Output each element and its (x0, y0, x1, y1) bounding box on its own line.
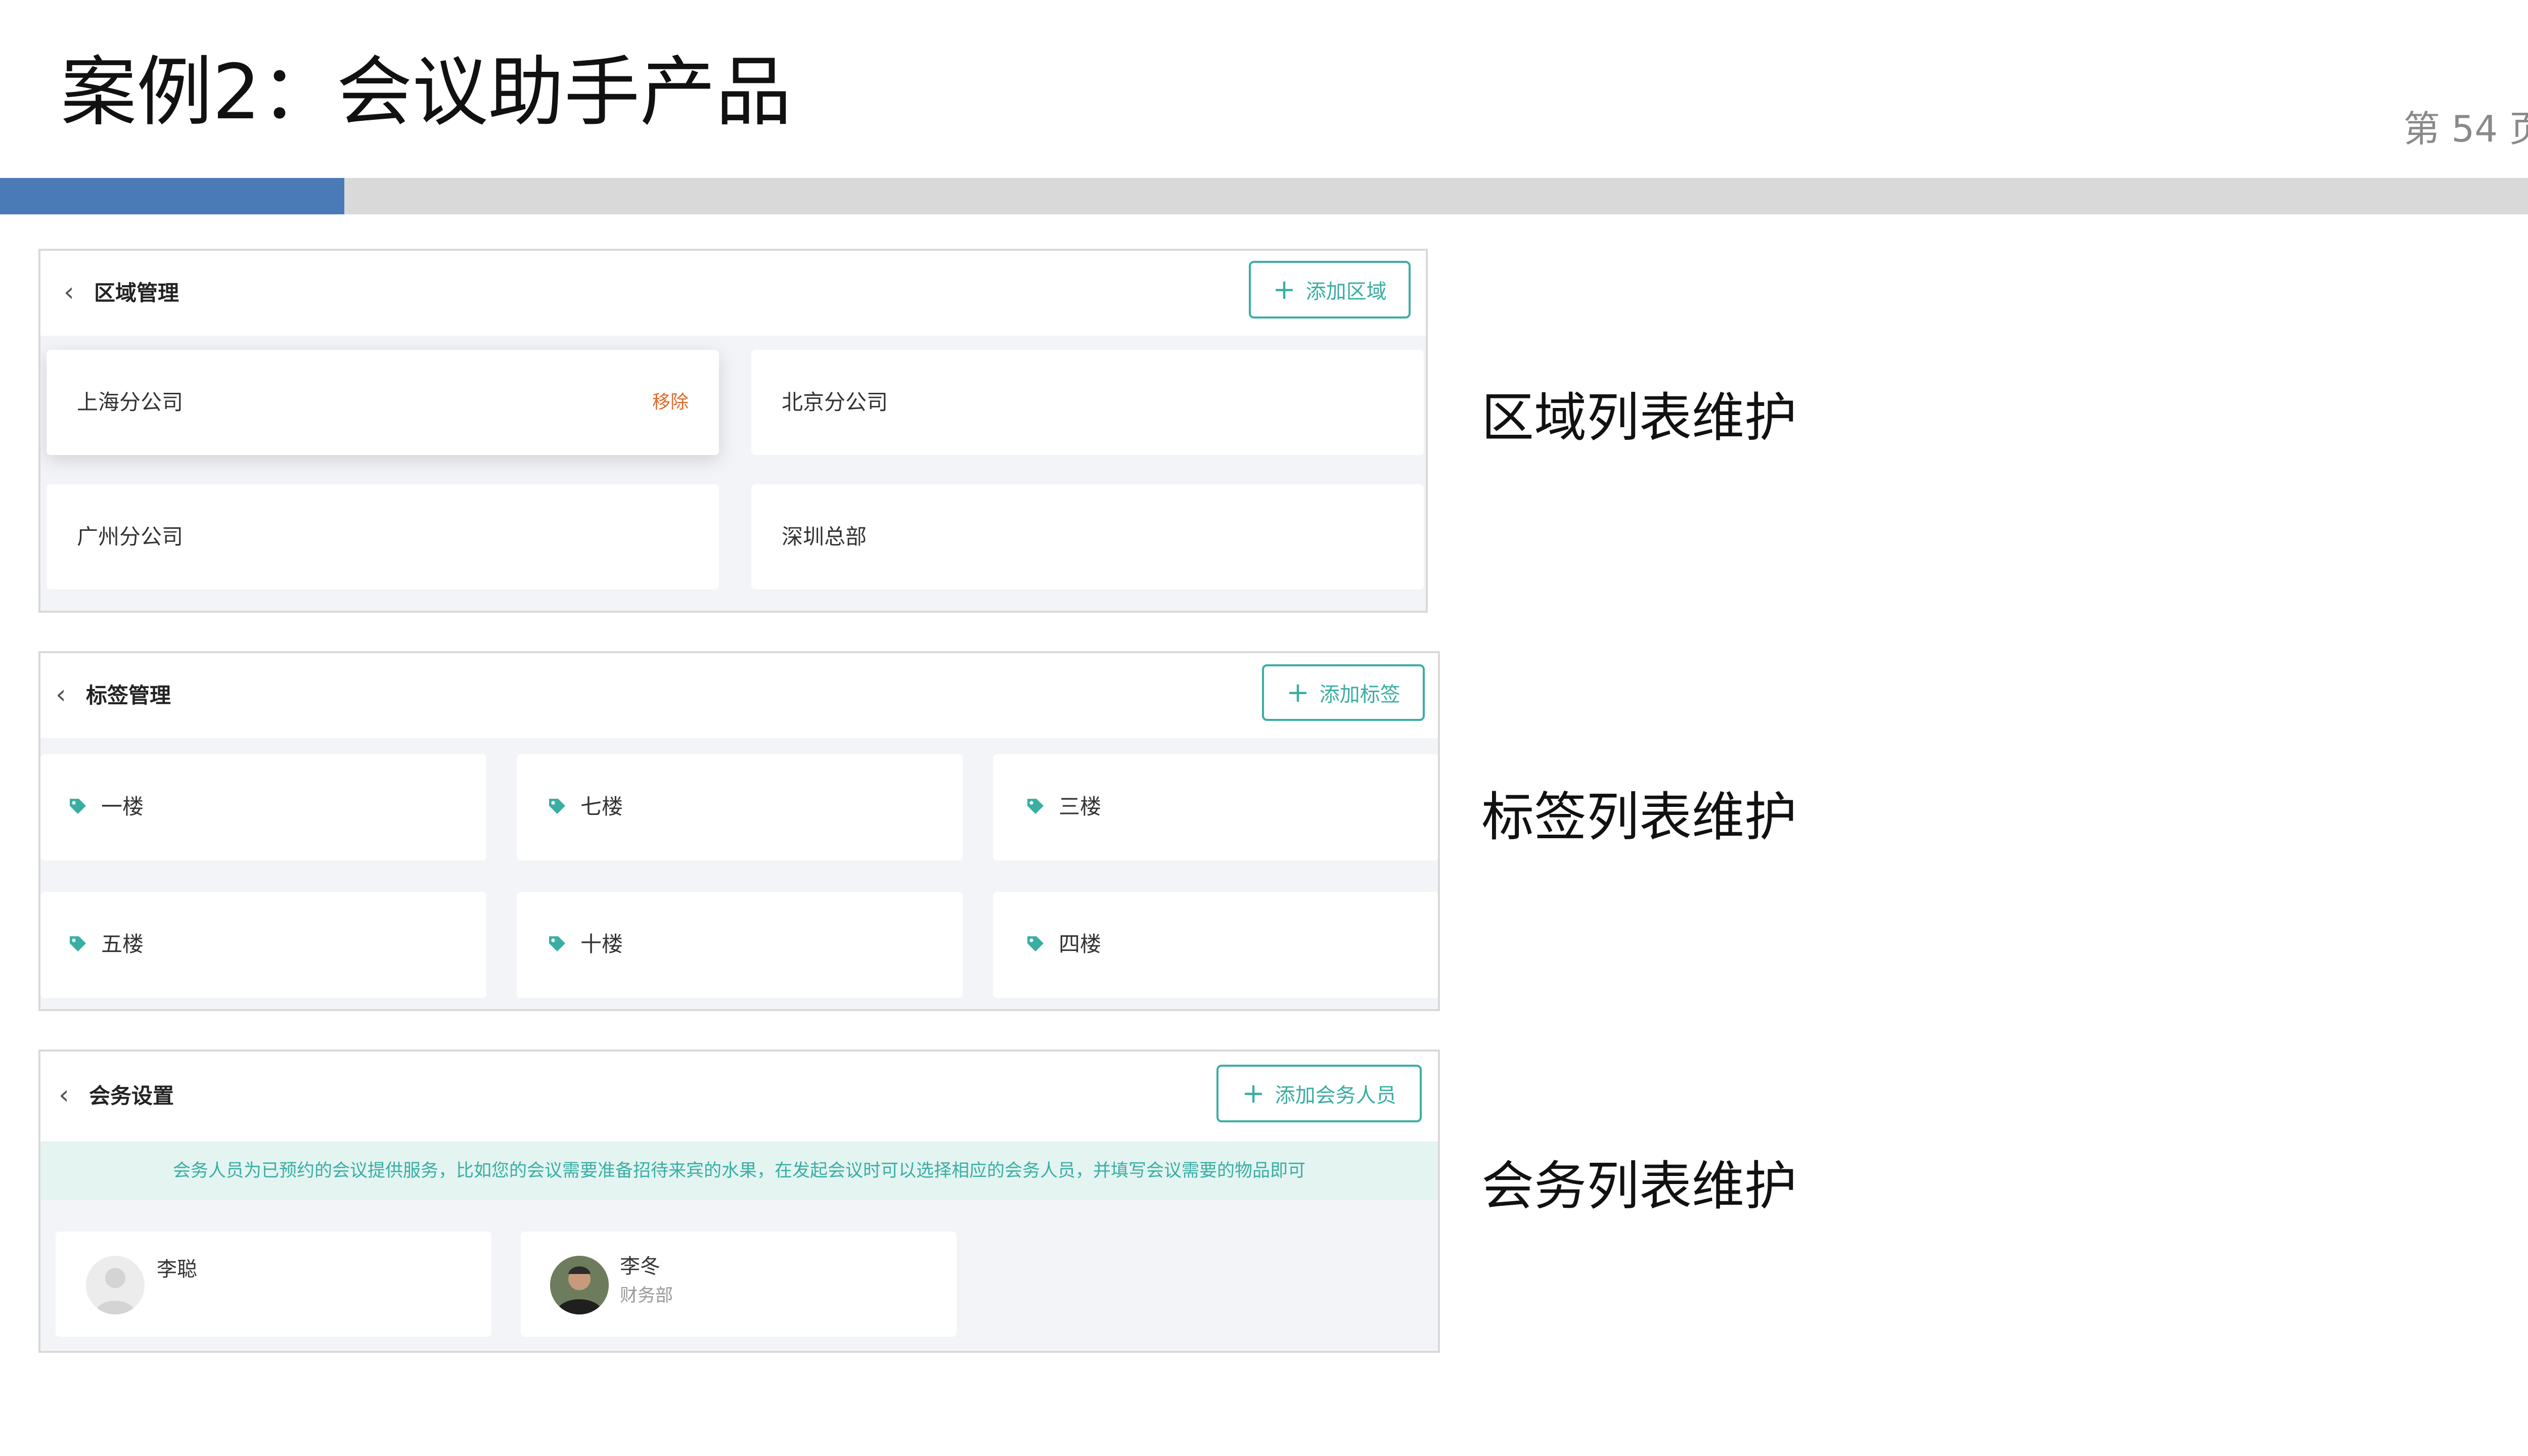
plus-icon: + (1273, 274, 1296, 305)
person-name: 李冬 (620, 1255, 660, 1278)
tag-icon (70, 936, 86, 951)
back-chevron-icon[interactable]: ‹ (59, 1080, 69, 1110)
back-chevron-icon[interactable]: ‹ (64, 277, 74, 307)
tag-icon (1027, 799, 1044, 814)
person-department: 财务部 (620, 1286, 673, 1306)
region-panel-title: 区域管理 (94, 281, 179, 305)
slide-title: 案例2：会议助手产品 (61, 49, 792, 136)
region-panel-header: ‹ 区域管理 + 添加区域 (40, 251, 1426, 336)
tag-icon (549, 936, 565, 951)
region-card-label: 深圳总部 (782, 524, 867, 549)
service-panel: ‹ 会务设置 + 添加会务人员 会务人员为已预约的会议提供服务，比如您的会议需要… (38, 1050, 1440, 1353)
tag-card-5f[interactable]: 五楼 (40, 892, 486, 998)
default-avatar-icon (86, 1256, 145, 1314)
service-notice: 会务人员为已预约的会议提供服务，比如您的会议需要准备招待来宾的水果，在发起会议时… (40, 1142, 1438, 1200)
region-card-shenzhen[interactable]: 深圳总部 (751, 484, 1424, 589)
page-number: 第 54 页 (2403, 108, 2528, 150)
add-region-button[interactable]: + 添加区域 (1249, 261, 1411, 318)
service-panel-header: ‹ 会务设置 + 添加会务人员 (40, 1052, 1438, 1142)
region-card-label: 广州分公司 (77, 524, 184, 549)
remove-region-link[interactable]: 移除 (652, 387, 689, 418)
progress-bar-fill (0, 178, 344, 214)
region-card-label: 上海分公司 (77, 390, 184, 415)
tag-label: 四楼 (1059, 932, 1102, 957)
region-card-label: 北京分公司 (782, 390, 888, 415)
person-photo-avatar (550, 1256, 609, 1314)
add-region-label: 添加区域 (1305, 280, 1387, 303)
tag-icon (549, 799, 565, 814)
tag-card-3f[interactable]: 三楼 (993, 754, 1438, 860)
region-card-guangzhou[interactable]: 广州分公司 (47, 484, 719, 589)
tag-label: 十楼 (580, 932, 623, 957)
tag-card-1f[interactable]: 一楼 (40, 754, 486, 860)
back-chevron-icon[interactable]: ‹ (56, 679, 66, 710)
plus-icon: + (1286, 676, 1310, 708)
add-service-staff-button[interactable]: + 添加会务人员 (1216, 1065, 1422, 1122)
tag-label: 一楼 (101, 794, 144, 819)
tag-card-4f[interactable]: 四楼 (993, 892, 1438, 998)
add-tag-button[interactable]: + 添加标签 (1262, 664, 1425, 721)
caption-region-list: 区域列表维护 (1481, 387, 1797, 448)
plus-icon: + (1242, 1077, 1265, 1109)
region-panel: ‹ 区域管理 + 添加区域 上海分公司 移除 北京分公司 广州分公司 深圳总部 (38, 249, 1428, 613)
region-card-shanghai[interactable]: 上海分公司 移除 (47, 350, 719, 455)
person-card-lidong[interactable]: 李冬 财务部 (521, 1232, 957, 1337)
progress-bar (0, 178, 2528, 214)
caption-tag-list: 标签列表维护 (1481, 786, 1797, 848)
person-card-licong[interactable]: 李聪 (56, 1232, 491, 1337)
tag-label: 三楼 (1059, 794, 1102, 819)
tag-label: 五楼 (101, 932, 144, 957)
add-service-staff-label: 添加会务人员 (1275, 1084, 1396, 1107)
tag-panel-title: 标签管理 (86, 683, 171, 708)
tag-card-7f[interactable]: 七楼 (517, 754, 963, 860)
tag-icon (70, 799, 86, 814)
tag-panel-header: ‹ 标签管理 + 添加标签 (40, 653, 1438, 738)
person-name: 李聪 (157, 1258, 197, 1281)
add-tag-label: 添加标签 (1319, 683, 1401, 706)
region-card-beijing[interactable]: 北京分公司 (751, 350, 1424, 455)
tag-panel: ‹ 标签管理 + 添加标签 一楼 七楼 三楼 五楼 十楼 四楼 (38, 651, 1440, 1011)
tag-label: 七楼 (580, 794, 623, 819)
tag-icon (1027, 936, 1044, 951)
tag-card-10f[interactable]: 十楼 (517, 892, 963, 998)
service-panel-title: 会务设置 (89, 1083, 174, 1108)
caption-service-list: 会务列表维护 (1481, 1155, 1797, 1217)
